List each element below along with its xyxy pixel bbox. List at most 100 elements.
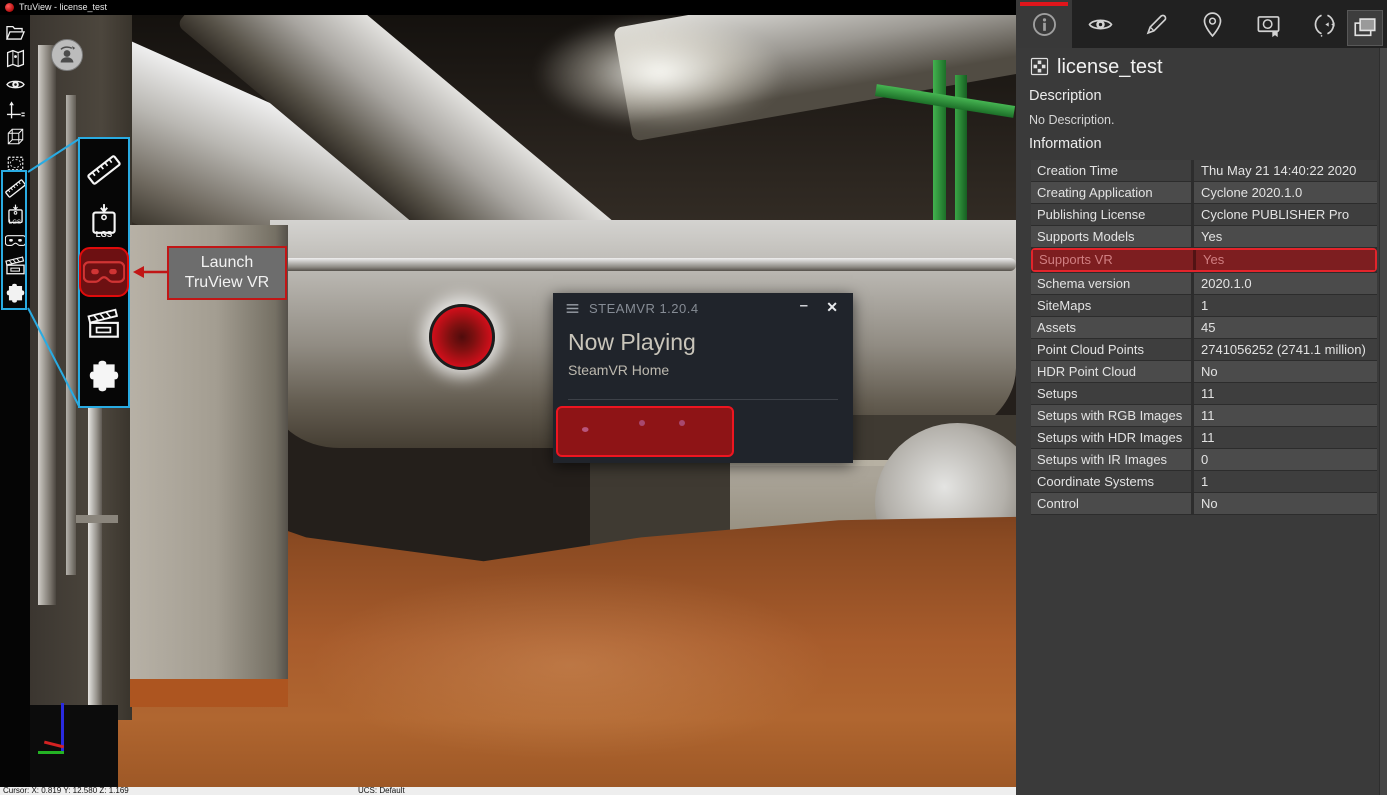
- info-row: Point Cloud Points2741056252 (2741.1 mil…: [1031, 339, 1377, 360]
- truview-logo-icon: [5, 3, 14, 12]
- lgs-label: LGS: [81, 230, 127, 239]
- info-row-value: 11: [1194, 383, 1377, 404]
- lgs-export-button[interactable]: LGS: [81, 197, 127, 243]
- info-row: Creating ApplicationCyclone 2020.1.0: [1031, 182, 1377, 203]
- info-row-label: Publishing License: [1031, 204, 1194, 225]
- tab-markup[interactable]: [1128, 0, 1184, 48]
- tab-info[interactable]: [1016, 0, 1072, 48]
- visibility-button[interactable]: [2, 71, 28, 97]
- info-row-value: Cyclone PUBLISHER Pro: [1194, 204, 1377, 225]
- open-project-icon: [5, 22, 26, 43]
- info-icon: [1031, 11, 1058, 38]
- info-row: Schema version2020.1.0: [1031, 273, 1377, 294]
- info-row-label: Supports Models: [1031, 226, 1194, 247]
- tab-visibility[interactable]: [1072, 0, 1128, 48]
- launch-truview-vr-button[interactable]: [79, 247, 129, 297]
- media-button[interactable]: [81, 302, 127, 348]
- description-text: No Description.: [1029, 113, 1114, 127]
- tab-geotags[interactable]: [1184, 0, 1240, 48]
- window-titlebar[interactable]: TruView - license_test: [0, 0, 1016, 15]
- scene-horizontal-pipe: [275, 258, 1016, 271]
- now-playing-game: SteamVR Home: [568, 362, 669, 378]
- media-icon: [87, 308, 121, 342]
- plugins-icon: [87, 358, 121, 392]
- vr-controller-right-icon: [670, 414, 694, 450]
- panel-scrollbar[interactable]: [1379, 48, 1387, 795]
- info-row-label: Point Cloud Points: [1031, 339, 1194, 360]
- info-row-label: Setups: [1031, 383, 1194, 404]
- info-row: Coordinate Systems1: [1031, 471, 1377, 492]
- info-row-label: Schema version: [1031, 273, 1194, 294]
- info-row-label: HDR Point Cloud: [1031, 361, 1194, 382]
- scene-ceiling-light: [535, 15, 785, 130]
- info-row-value: Yes: [1196, 250, 1375, 270]
- steamvr-window[interactable]: STEAMVR 1.20.4 – ✕ Now Playing SteamVR H…: [553, 293, 853, 463]
- sitemap-button[interactable]: [2, 45, 28, 71]
- info-row-label: Supports VR: [1033, 250, 1196, 270]
- info-row-value: 1: [1194, 295, 1377, 316]
- tab-snapshots[interactable]: [1240, 0, 1296, 48]
- properties-panel: license_test Description No Description.…: [1016, 0, 1387, 795]
- info-row-label: Coordinate Systems: [1031, 471, 1194, 492]
- divider: [568, 399, 838, 400]
- info-row-value: Thu May 21 14:40:22 2020: [1194, 160, 1377, 181]
- avatar-view-button[interactable]: [51, 39, 83, 71]
- info-row-label: Setups with IR Images: [1031, 449, 1194, 470]
- info-row-value: Yes: [1194, 226, 1377, 247]
- info-row: Setups with RGB Images11: [1031, 405, 1377, 426]
- scene-shadow-corner: [30, 705, 118, 787]
- information-table: Creation TimeThu May 21 14:40:22 2020Cre…: [1031, 160, 1377, 515]
- info-row: Creation TimeThu May 21 14:40:22 2020: [1031, 160, 1377, 181]
- person-rotate-icon: [55, 43, 79, 67]
- info-row: Setups11: [1031, 383, 1377, 404]
- window-title: TruView - license_test: [19, 0, 107, 15]
- panels-button[interactable]: [1347, 10, 1383, 46]
- info-row: Publishing LicenseCyclone PUBLISHER Pro: [1031, 204, 1377, 225]
- info-row-label: Assets: [1031, 317, 1194, 338]
- sitemap-icon: [1030, 57, 1049, 76]
- minimize-button[interactable]: –: [800, 297, 808, 314]
- ucs-indicator: UCS: Default: [358, 787, 405, 795]
- markup-icon: [1143, 11, 1170, 38]
- sitemap-icon: [5, 48, 26, 69]
- setup-location-marker[interactable]: [429, 304, 495, 370]
- info-row: SiteMaps1: [1031, 295, 1377, 316]
- info-row-value: Cyclone 2020.1.0: [1194, 182, 1377, 203]
- measure-button[interactable]: [81, 147, 127, 193]
- panorama-viewport[interactable]: [30, 15, 1016, 787]
- close-button[interactable]: ✕: [826, 299, 838, 316]
- model-cube-button[interactable]: [2, 123, 28, 149]
- plugins-button[interactable]: [81, 352, 127, 398]
- info-row: ControlNo: [1031, 493, 1377, 514]
- coordinate-axes-button[interactable]: [2, 97, 28, 123]
- menu-icon[interactable]: [564, 300, 581, 317]
- ucs-axis-y: [38, 751, 64, 754]
- scene-floor-highlight: [310, 570, 830, 760]
- launch-truview-vr-label: Launch TruView VR: [167, 246, 287, 300]
- status-bar: Cursor: X: 0.819 Y: 12.580 Z: 1.169 UCS:…: [0, 787, 1016, 795]
- info-row: Supports ModelsYes: [1031, 226, 1377, 247]
- scene-column-base: [130, 679, 288, 707]
- open-project-button[interactable]: [2, 19, 28, 45]
- info-row-label: SiteMaps: [1031, 295, 1194, 316]
- info-row: Supports VRYes: [1031, 248, 1377, 272]
- info-row-value: 45: [1194, 317, 1377, 338]
- geotags-icon: [1199, 11, 1226, 38]
- info-row-value: 2741056252 (2741.1 million): [1194, 339, 1377, 360]
- steamvr-titlebar[interactable]: STEAMVR 1.20.4: [553, 293, 853, 323]
- panels-icon: [1352, 15, 1378, 41]
- sitemap-title: license_test: [1057, 56, 1163, 79]
- steamvr-title: STEAMVR 1.20.4: [589, 301, 699, 316]
- scene-pipe: [38, 45, 56, 605]
- vr-headset-status-icon: [568, 417, 614, 447]
- cursor-coordinates: Cursor: X: 0.819 Y: 12.580 Z: 1.169: [3, 787, 129, 795]
- info-row-label: Creation Time: [1031, 160, 1194, 181]
- info-row-value: No: [1194, 361, 1377, 382]
- left-toolbar: LGS: [0, 15, 30, 787]
- visibility-icon: [5, 74, 26, 95]
- info-row-value: 2020.1.0: [1194, 273, 1377, 294]
- description-heading: Description: [1029, 88, 1102, 104]
- visibility-icon: [1087, 11, 1114, 38]
- tab-pano-adjust[interactable]: [1296, 0, 1352, 48]
- model-cube-icon: [5, 126, 26, 147]
